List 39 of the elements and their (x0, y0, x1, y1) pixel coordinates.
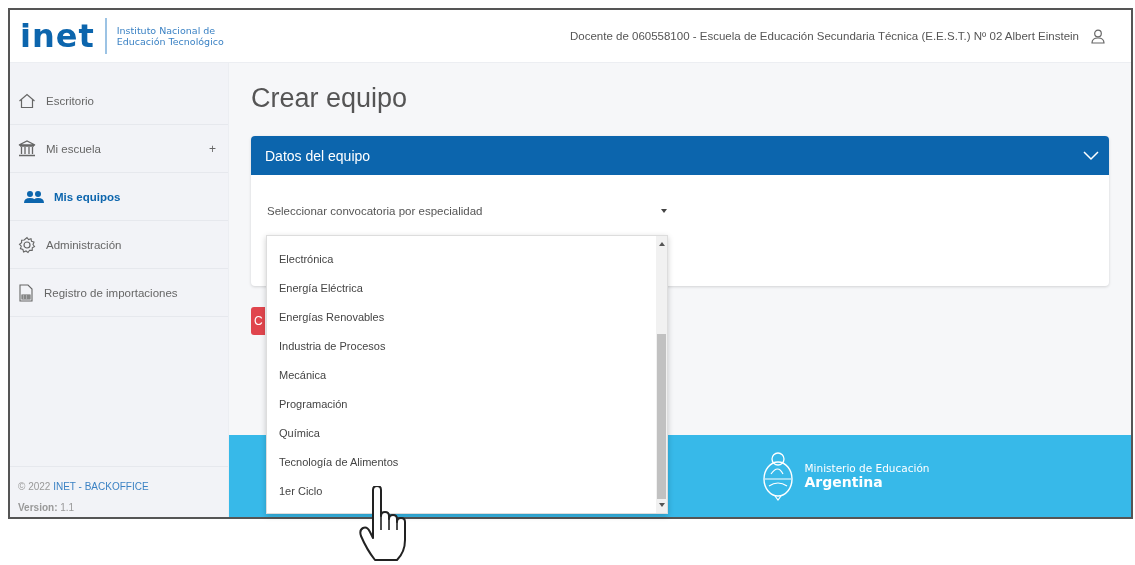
user-icon[interactable] (1091, 28, 1105, 44)
dropdown-option[interactable]: Mecánica (279, 369, 656, 398)
card-header[interactable]: Datos del equipo (251, 136, 1109, 175)
gear-icon (18, 235, 36, 254)
scrollbar[interactable] (656, 236, 667, 513)
dropdown-option[interactable]: Química (279, 427, 656, 456)
scroll-up-icon[interactable] (658, 242, 665, 246)
ministry-name: Ministerio de Educación (804, 462, 930, 474)
sidebar-item[interactable]: Registro de importaciones (10, 269, 228, 317)
caret-icon (661, 209, 667, 213)
select-field[interactable]: Seleccionar convocatoria por especialidad (267, 205, 667, 217)
scroll-down-icon[interactable] (658, 503, 665, 507)
sidebar-item[interactable]: Mis equipos (10, 173, 228, 221)
dropdown-option[interactable]: Industria de Procesos (279, 340, 656, 369)
dropdown-option[interactable]: Electrónica (279, 253, 656, 282)
spreadsheet-icon (18, 283, 34, 302)
page-title: Crear equipo (251, 83, 409, 114)
sidebar-item[interactable]: Escritorio (10, 77, 228, 125)
dropdown-option[interactable]: Energía Eléctrica (279, 282, 656, 311)
dropdown-option[interactable]: Energías Renovables (279, 311, 656, 340)
version-text: Version: 1.1 (18, 502, 76, 513)
bank-icon (18, 140, 36, 157)
dropdown-option[interactable]: Programación (279, 398, 656, 427)
dropdown-option[interactable]: Tecnología de Alimentos (279, 456, 656, 485)
copyright-text: © 2022 INET - BACKOFFICE (18, 481, 150, 492)
sidebar-item[interactable]: Mi escuela + (10, 125, 228, 173)
card-title: Datos del equipo (265, 147, 371, 164)
expand-icon[interactable]: + (209, 141, 216, 156)
user-info: Docente de 060558100 - Escuela de Educación Secundaria Técnica (E.E.S.T.) Nº 02 Albert Einstein (570, 30, 1079, 42)
country-name: Argentina (804, 474, 884, 490)
dropdown-option[interactable]: 1er Ciclo (279, 485, 656, 514)
chevron-icon[interactable] (1083, 150, 1099, 161)
logo-subtitle: Instituto Nacional de Educación Tecnológico (116, 25, 225, 47)
logo[interactable]: inet (20, 18, 107, 54)
people-icon (24, 189, 44, 204)
home-icon (18, 92, 36, 109)
button[interactable]: C (251, 307, 265, 335)
coat-of-arms-icon (760, 450, 795, 502)
sidebar-item[interactable]: Administración (10, 221, 228, 269)
